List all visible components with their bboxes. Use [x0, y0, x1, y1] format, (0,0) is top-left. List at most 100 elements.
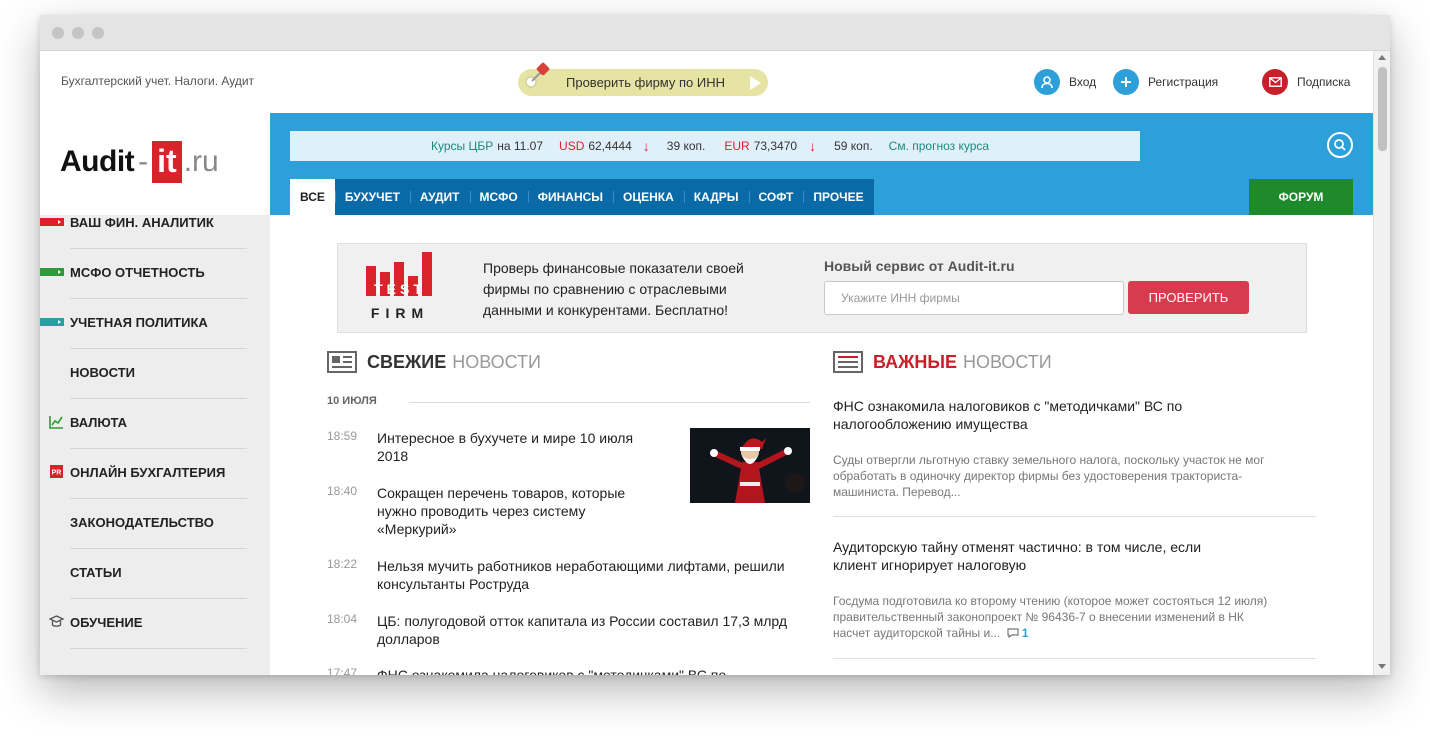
tab-ifrs[interactable]: МСФО — [469, 179, 528, 215]
nav-band: Курсы ЦБР на 11.07 USD 62,4444 ↓ 39 коп.… — [270, 113, 1373, 215]
subscribe-label: Подписка — [1297, 75, 1351, 89]
important-news-link[interactable]: Аудиторскую тайну отменят частично: в то… — [833, 538, 1213, 574]
forum-button[interactable]: ФОРУМ — [1249, 179, 1353, 215]
important-heading-light: НОВОСТИ — [963, 351, 1052, 372]
fresh-news-header: СВЕЖИЕ НОВОСТИ — [327, 348, 541, 376]
tab-audit[interactable]: АУДИТ — [409, 179, 470, 215]
exchange-rates-bar: Курсы ЦБР на 11.07 USD 62,4444 ↓ 39 коп.… — [290, 131, 1140, 161]
category-tabs: ВСЕ БУХУЧЕТ АУДИТ МСФО ФИНАНСЫ ОЦЕНКА КА… — [290, 179, 874, 215]
usd-down-arrow-icon: ↓ — [642, 138, 650, 154]
chart-icon — [49, 416, 63, 429]
divider — [70, 648, 247, 649]
svg-text:FIRM: FIRM — [371, 305, 429, 321]
news-link[interactable]: Интересное в бухучете и мире 10 июля 201… — [377, 429, 657, 465]
news-date: 10 ИЮЛЯ — [327, 395, 810, 411]
mail-icon — [1262, 69, 1288, 95]
eur-change: 59 коп. — [834, 139, 873, 153]
scroll-thumb[interactable] — [1378, 67, 1387, 151]
important-news-summary: Госдума подготовила ко второму чтению (к… — [833, 593, 1273, 641]
comment-count[interactable]: 1 — [1022, 626, 1029, 640]
maximize-window-button[interactable] — [92, 27, 104, 39]
forecast-link[interactable]: См. прогноз курса — [889, 139, 989, 153]
inn-input[interactable]: Укажите ИНН фирмы — [824, 281, 1124, 315]
tab-finance[interactable]: ФИНАНСЫ — [527, 179, 613, 215]
site-logo[interactable]: Audit - it .ru — [60, 139, 219, 185]
sidebar-item-news[interactable]: НОВОСТИ — [40, 341, 270, 399]
title-bar — [40, 15, 1390, 51]
important-news-link[interactable]: ФНС ознакомила налоговиков с "методичкам… — [833, 397, 1213, 433]
login-link[interactable]: Вход — [1034, 68, 1096, 96]
news-time: 18:22 — [327, 557, 358, 571]
promo-title: Новый сервис от Audit-it.ru — [824, 258, 1015, 274]
usd-value: 62,4444 — [588, 139, 632, 153]
sidebar-item-label: ОНЛАЙН БУХГАЛТЕРИЯ — [70, 465, 226, 480]
sidebar-item-legislation[interactable]: ЗАКОНОДАТЕЛЬСТВО — [40, 491, 270, 549]
tab-accounting[interactable]: БУХУЧЕТ — [334, 179, 410, 215]
summary-text: Госдума подготовила ко второму чтению (к… — [833, 594, 1268, 640]
logo-ru: .ru — [183, 145, 219, 178]
svg-text:PR: PR — [52, 470, 62, 477]
sidebar-item-label: МСФО ОТЧЕТНОСТЬ — [70, 265, 205, 280]
scroll-down-arrow-icon[interactable] — [1378, 664, 1386, 669]
sidebar-item-ifrs[interactable]: МСФО ОТЧЕТНОСТЬ — [40, 241, 270, 299]
check-inn-label: Проверить фирму по ИНН — [566, 75, 726, 90]
pin-icon — [525, 62, 550, 88]
register-label: Регистрация — [1148, 75, 1219, 89]
sidebar-item-articles[interactable]: СТАТЬИ — [40, 541, 270, 599]
tab-hr[interactable]: КАДРЫ — [683, 179, 749, 215]
check-button[interactable]: ПРОВЕРИТЬ — [1128, 281, 1249, 314]
logo-it: it — [152, 141, 182, 183]
sidebar-item-label: ЗАКОНОДАТЕЛЬСТВО — [70, 515, 214, 530]
news-link[interactable]: ЦБ: полугодовой отток капитала из России… — [377, 612, 817, 648]
eur-value: 73,3470 — [753, 139, 798, 153]
sidebar-item-education[interactable]: ОБУЧЕНИЕ — [40, 591, 270, 649]
close-window-button[interactable] — [52, 27, 64, 39]
important-news-summary: Суды отвергли льготную ставку земельного… — [833, 453, 1265, 499]
rates-label[interactable]: Курсы ЦБР — [431, 139, 493, 153]
logo-audit: Audit — [60, 145, 135, 178]
sidebar-item-label: ВАЛЮТА — [70, 415, 128, 430]
news-link[interactable]: Сокращен перечень товаров, которые нужно… — [377, 484, 657, 538]
newspaper-icon — [327, 351, 357, 373]
green-flag-icon — [40, 268, 64, 276]
news-time: 18:04 — [327, 612, 358, 626]
sidebar-item-accounting-policy[interactable]: УЧЕТНАЯ ПОЛИТИКА — [40, 291, 270, 349]
tab-software[interactable]: СОФТ — [748, 179, 804, 215]
news-link[interactable]: ФНС ознакомила налоговиков с "методичкам… — [377, 666, 817, 675]
svg-text:TEST: TEST — [374, 281, 426, 297]
comment-icon — [1006, 628, 1019, 639]
check-inn-button[interactable]: Проверить фирму по ИНН — [518, 62, 768, 96]
browser-window: Бухгалтерский учет. Налоги. Аудит Провер… — [40, 15, 1390, 675]
promo-text: Проверь финансовые показатели своей фирм… — [483, 260, 744, 318]
divider — [833, 516, 1316, 517]
news-time: 18:59 — [327, 429, 358, 443]
news-time: 18:40 — [327, 484, 358, 498]
minimize-window-button[interactable] — [72, 27, 84, 39]
scroll-up-arrow-icon[interactable] — [1378, 55, 1386, 60]
tab-valuation[interactable]: ОЦЕНКА — [613, 179, 684, 215]
sidebar-item-label: УЧЕТНАЯ ПОЛИТИКА — [70, 315, 208, 330]
tab-other[interactable]: ПРОЧЕЕ — [803, 179, 873, 215]
news-image[interactable] — [690, 428, 810, 503]
sidebar-item-online-accounting[interactable]: PR ОНЛАЙН БУХГАЛТЕРИЯ — [40, 441, 270, 499]
santa-photo — [690, 428, 810, 503]
sidebar-item-label: НОВОСТИ — [70, 365, 136, 380]
play-icon — [750, 76, 761, 90]
sidebar-item-label: ВАШ ФИН. АНАЛИТИК — [70, 215, 214, 230]
usd-change: 39 коп. — [666, 139, 706, 153]
news-link[interactable]: Нельзя мучить работников неработающими л… — [377, 557, 817, 593]
register-link[interactable]: Регистрация — [1113, 68, 1218, 96]
subscribe-link[interactable]: Подписка — [1262, 68, 1350, 96]
vertical-scrollbar[interactable] — [1373, 51, 1390, 675]
logo-dash: - — [138, 145, 149, 178]
sidebar-item-fin-analyst[interactable]: ВАШ ФИН. АНАЛИТИК — [40, 191, 270, 249]
list-icon — [833, 351, 863, 373]
sidebar-item-currency[interactable]: ВАЛЮТА — [40, 391, 270, 449]
red-flag-icon — [40, 218, 64, 226]
tab-all[interactable]: ВСЕ — [290, 179, 335, 215]
graduation-cap-icon — [49, 615, 64, 627]
sidebar-item-label: ОБУЧЕНИЕ — [70, 615, 143, 630]
sidebar: ВАШ ФИН. АНАЛИТИК МСФО ОТЧЕТНОСТЬ УЧЕТНА… — [40, 215, 270, 675]
sidebar-item-label: СТАТЬИ — [70, 565, 122, 580]
search-button[interactable] — [1327, 132, 1353, 158]
